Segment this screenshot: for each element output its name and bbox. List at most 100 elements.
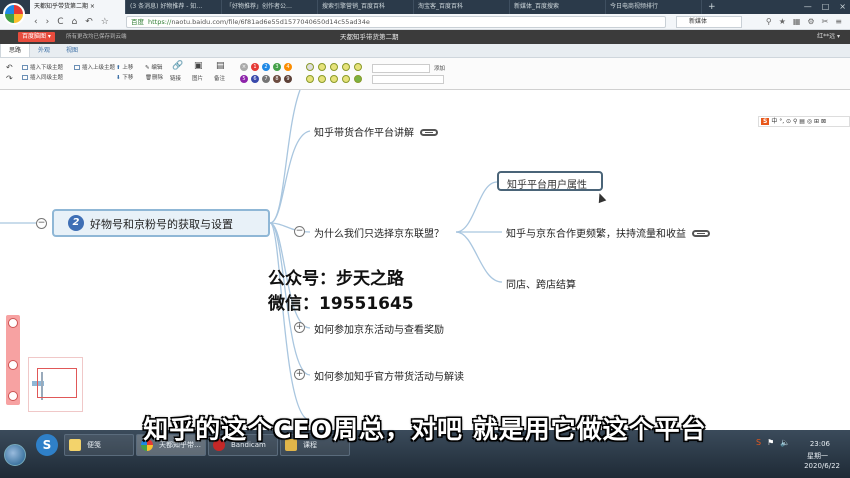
priority-clear[interactable]: × — [240, 63, 248, 71]
topic-node[interactable]: 知乎带货合作平台讲解 — [314, 124, 438, 139]
progress-icon[interactable] — [342, 75, 350, 83]
resource-input[interactable] — [372, 64, 430, 73]
progress-icon[interactable] — [342, 63, 350, 71]
collapse-root-toggle[interactable]: − — [36, 218, 47, 229]
root-topic-node[interactable]: 2 好物号和京粉号的获取与设置 — [52, 209, 270, 237]
browser-tab-bar: 天都知乎带货第二期 × (3 条消息) 好物推荐 - 知… 「好物推荐」创作者公… — [0, 0, 850, 25]
browser-tab[interactable]: (3 条消息) 好物推荐 - 知… — [126, 0, 222, 14]
topic-node[interactable]: 如何参加知乎官方带货活动与解读 — [314, 368, 464, 383]
menu-icon[interactable]: ≡ — [835, 16, 842, 28]
back-button[interactable]: ‹ — [34, 16, 38, 28]
link-icon[interactable] — [420, 129, 438, 136]
new-tab-button[interactable]: + — [702, 0, 722, 14]
progress-icon[interactable] — [306, 63, 314, 71]
zoom-handle[interactable] — [8, 360, 18, 370]
browser-tab[interactable]: 「好物推荐」创作者公… — [222, 0, 318, 14]
zoom-slider[interactable] — [6, 315, 20, 405]
search-icon[interactable]: ⚲ — [766, 16, 772, 28]
document-title[interactable]: 天都知乎带货第二期 — [340, 30, 399, 44]
reload-button[interactable]: C — [57, 16, 63, 28]
forward-button[interactable]: › — [46, 16, 50, 28]
priority-8[interactable]: 8 — [273, 75, 281, 83]
tab-appearance[interactable]: 外观 — [30, 44, 58, 57]
grid-icon[interactable]: ▦ — [793, 16, 801, 28]
note-button[interactable]: 备注 — [214, 75, 225, 84]
topic-node[interactable]: 知乎与京东合作更频繁，扶持流量和收益 — [506, 225, 710, 240]
priority-1[interactable]: 1 — [251, 63, 259, 71]
topic-label: 知乎与京东合作更频繁，扶持流量和收益 — [506, 229, 686, 240]
browser-tab[interactable]: 天都知乎带货第二期 × — [30, 0, 126, 14]
browser-search-box[interactable]: 新媒体 — [676, 16, 742, 28]
priority-6[interactable]: 6 — [251, 75, 259, 83]
priority-2[interactable]: 2 — [262, 63, 270, 71]
move-up-button[interactable]: ⬆ 上移 — [116, 64, 133, 73]
link-icon[interactable] — [692, 230, 710, 237]
progress-icon[interactable] — [354, 63, 362, 71]
expand-toggle[interactable]: + — [294, 369, 305, 380]
sogou-icon: S — [761, 118, 770, 125]
browser-logo-icon[interactable] — [3, 3, 25, 25]
edit-label: 编辑 — [151, 65, 163, 71]
progress-icon[interactable] — [318, 63, 326, 71]
image-button[interactable]: 图片 — [192, 75, 203, 84]
tab-view[interactable]: 视图 — [58, 44, 86, 57]
expand-toggle[interactable]: + — [294, 322, 305, 333]
undo-button[interactable]: ↶ — [6, 63, 13, 72]
add-resource-button[interactable]: 添加 — [434, 64, 445, 72]
browser-tab[interactable]: 淘宝客_百度百科 — [414, 0, 510, 14]
insert-sibling-button[interactable]: 插入同级主题 — [22, 74, 63, 83]
star-icon[interactable]: ★ — [779, 16, 786, 28]
root-topic-label: 好物号和京粉号的获取与设置 — [90, 218, 233, 231]
maximize-button[interactable]: □ — [822, 0, 830, 14]
redo-button[interactable]: ↷ — [6, 74, 13, 83]
close-button[interactable]: × — [839, 0, 846, 14]
minimize-button[interactable]: — — [804, 0, 812, 14]
eye-icon[interactable] — [8, 391, 18, 401]
delete-button[interactable]: 🗑删除 — [145, 74, 163, 83]
topic-node[interactable]: 如何参加京东活动与查看奖励 — [314, 321, 444, 336]
home-button[interactable]: ⌂ — [72, 16, 78, 28]
insert-child-button[interactable]: 插入下级主题 — [22, 64, 63, 73]
progress-icon[interactable] — [330, 63, 338, 71]
settings-icon[interactable]: ⚙ — [807, 16, 814, 28]
watermark-line: 微信：19551645 — [268, 294, 414, 314]
collapse-toggle[interactable]: − — [294, 226, 305, 237]
address-bar-row: ‹ › C ⌂ ↶ ☆ 百度 https://naotu.baidu.com/fi… — [0, 14, 850, 30]
link-button[interactable]: 链接 — [170, 75, 181, 84]
move-down-button[interactable]: ⬇ 下移 — [116, 74, 133, 83]
topic-node[interactable]: 同店、跨店结算 — [506, 276, 576, 291]
editor-toolbar: ↶ ↷ 插入下级主题 插入上级主题 插入同级主题 ⬆ 上移 ⬇ 下移 ✎ 编辑 … — [0, 58, 850, 90]
priority-3[interactable]: 3 — [273, 63, 281, 71]
priority-7[interactable]: 7 — [262, 75, 270, 83]
edit-button[interactable]: ✎ 编辑 — [145, 64, 162, 73]
scissors-icon[interactable]: ✂ — [822, 16, 829, 28]
progress-done-icon[interactable] — [354, 75, 362, 83]
url-input[interactable]: 百度 https://naotu.baidu.com/file/6f81ad6e5… — [126, 16, 666, 28]
video-subtitle: 知乎的这个CEO周总，对吧 就是用它做这个平台 — [143, 415, 707, 444]
minimap-navigator[interactable] — [28, 357, 83, 412]
insert-parent-button[interactable]: 插入上级主题 — [74, 64, 115, 73]
priority-5[interactable]: 5 — [240, 75, 248, 83]
insert-parent-icon — [74, 65, 80, 70]
mindmap-canvas[interactable]: − 2 好物号和京粉号的获取与设置 知乎带货合作平台讲解 − 为什么我们只选择京… — [0, 90, 850, 430]
progress-icon[interactable] — [306, 75, 314, 83]
progress-icon[interactable] — [318, 75, 326, 83]
app-brand-menu[interactable]: 百度脑图 ▾ — [18, 32, 55, 42]
browser-tab[interactable]: 今日电商视频排行 — [606, 0, 702, 14]
user-menu[interactable]: 红**远 ▾ — [817, 30, 840, 44]
topic-node[interactable]: 为什么我们只选择京东联盟？ — [314, 225, 444, 240]
minimap-viewport[interactable] — [37, 368, 77, 398]
tab-idea[interactable]: 思路 — [0, 44, 31, 57]
start-button[interactable] — [4, 444, 26, 466]
resource-list[interactable] — [372, 75, 444, 84]
browser-tab[interactable]: 搜索引擎营销_百度百科 — [318, 0, 414, 14]
browser-tab[interactable]: 新媒体_百度搜索 — [510, 0, 606, 14]
zoom-in-icon[interactable] — [8, 318, 18, 328]
ime-toolbar[interactable]: S中 °, ⊙ ⚲ ▤ ◎ ⊞ ⊠ — [758, 116, 850, 127]
selected-topic-node[interactable]: 知乎平台用户属性 — [497, 171, 603, 191]
progress-icon[interactable] — [330, 75, 338, 83]
restore-button[interactable]: ↶ — [85, 16, 93, 28]
bookmark-star-icon[interactable]: ☆ — [101, 16, 109, 28]
priority-9[interactable]: 9 — [284, 75, 292, 83]
priority-4[interactable]: 4 — [284, 63, 292, 71]
